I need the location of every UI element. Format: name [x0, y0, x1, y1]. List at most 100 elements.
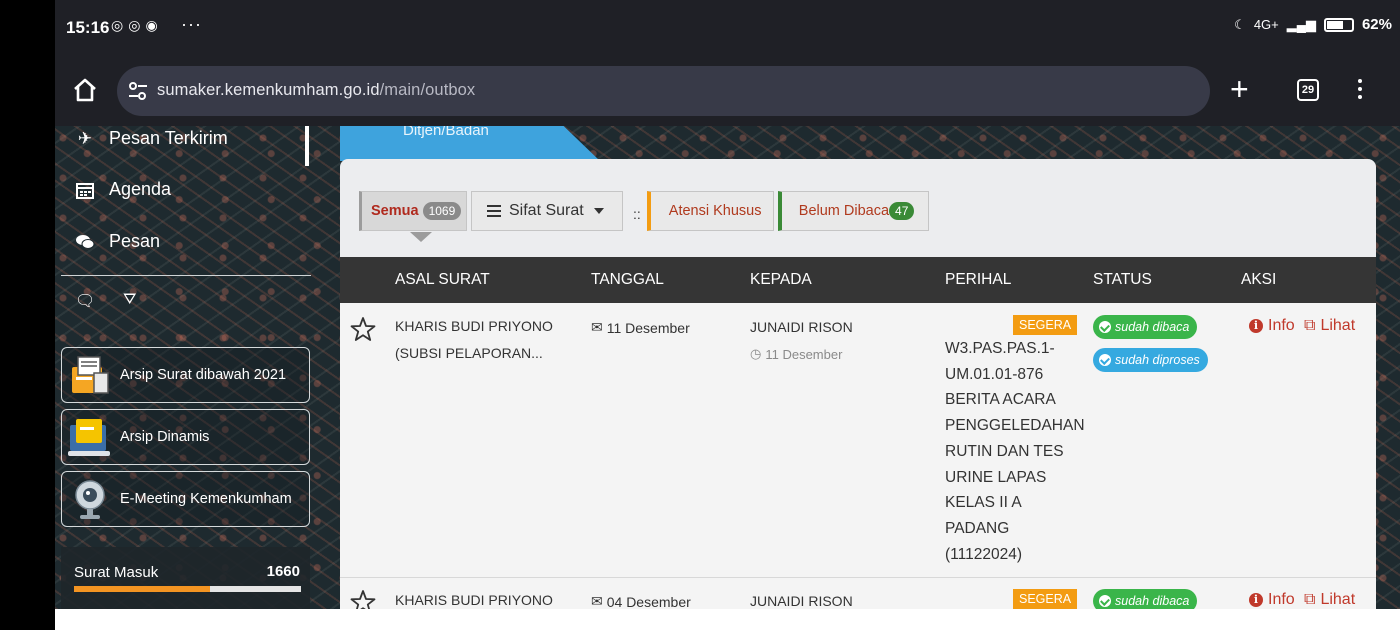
card-e-meeting[interactable]: E-Meeting Kemenkumham	[61, 471, 310, 527]
sidebar-item-agenda[interactable]: Agenda	[75, 179, 171, 200]
surat-masuk-progress-fill	[74, 586, 211, 592]
card-label: E-Meeting Kemenkumham	[120, 491, 292, 507]
send-icon: ✈	[77, 128, 93, 148]
site-settings-icon[interactable]	[127, 80, 149, 102]
sidebar-divider	[61, 275, 311, 276]
sidebar-scrollbar[interactable]	[305, 126, 309, 166]
filter-atensi-khusus-button[interactable]: Atensi Khusus	[646, 191, 774, 231]
column-header: ASAL SURAT	[395, 271, 490, 288]
asal-surat: KHARIS BUDI PRIYONO (SUBSI PELAPORAN...	[395, 313, 553, 367]
table-row[interactable]: KHARIS BUDI PRIYONO ✉ 04 Desember JUNAID…	[340, 578, 1376, 609]
tanggal-text: 11 Desember	[606, 319, 690, 336]
info-link[interactable]: i Info	[1249, 317, 1295, 335]
column-header: AKSI	[1241, 271, 1277, 288]
column-header: TANGGAL	[591, 271, 664, 288]
url-domain: sumaker.kemenkumham.go.id	[157, 81, 380, 99]
filter-semua-button[interactable]: Semua 1069	[359, 191, 467, 242]
home-icon[interactable]	[71, 76, 99, 104]
tanggal: ✉ 04 Desember	[591, 593, 691, 609]
info-icon: i	[1249, 319, 1263, 333]
system-icons: ☾ 4G+ ▂▄▆ 62%	[1234, 16, 1392, 33]
segera-badge: SEGERA	[1013, 315, 1078, 335]
card-arsip-dinamis[interactable]: Arsip Dinamis	[61, 409, 310, 465]
kepada-read-time: ◷ 11 Desember	[750, 346, 842, 362]
asal-unit: (SUBSI PELAPORAN...	[395, 345, 543, 361]
tab-ditjen-badan[interactable]: Ditjen/Badan	[340, 126, 600, 161]
card-arsip-surat[interactable]: Arsip Surat dibawah 2021	[61, 347, 310, 403]
count-badge: 47	[889, 202, 915, 220]
whatsapp-icon: ◎	[111, 17, 124, 33]
envelope-icon: ✉	[591, 319, 603, 335]
column-header: PERIHAL	[945, 271, 1012, 288]
asal-surat: KHARIS BUDI PRIYONO	[395, 587, 553, 609]
filter-label: Belum Dibaca	[798, 203, 890, 219]
star-icon[interactable]	[350, 316, 376, 342]
filter-label: Atensi Khusus	[668, 203, 762, 219]
filter-bar: Semua 1069 Sifat Surat :: Atensi Khusus …	[359, 191, 929, 242]
url-text[interactable]: sumaker.kemenkumham.go.id/main/outbox	[157, 81, 475, 100]
bottom-edge	[55, 609, 1400, 630]
chat-icon	[76, 234, 95, 249]
info-label: Info	[1268, 591, 1295, 608]
android-status-bar: 15:16 ◎ ◎ ◉ ··· ☾ 4G+ ▂▄▆ 62%	[55, 0, 1400, 56]
sidebar-item-label: Pesan	[109, 231, 161, 251]
segera-badge: SEGERA	[1013, 589, 1078, 609]
column-header: KEPADA	[750, 271, 812, 288]
asal-name: KHARIS BUDI PRIYONO	[395, 592, 553, 608]
sidebar-item-label: Agenda	[109, 179, 172, 199]
column-header: STATUS	[1093, 271, 1152, 288]
tab-switcher-button[interactable]: 29	[1297, 79, 1319, 101]
status-badge-dibaca: sudah dibaca	[1093, 589, 1198, 609]
lihat-link[interactable]: ⧉ Lihat	[1304, 591, 1355, 609]
lihat-link[interactable]: ⧉ Lihat	[1304, 317, 1355, 335]
filter-label: Semua	[371, 203, 419, 219]
kepada: JUNAIDI RISON	[750, 593, 853, 609]
bars-icon	[487, 202, 501, 220]
clock: 15:16	[66, 18, 110, 37]
sidebar: ✈ Pesan Terkirim Agenda Pesan 🗨 ⛛ Arsip …	[55, 126, 325, 609]
sifat-surat-dropdown[interactable]: Sifat Surat	[471, 191, 623, 231]
sidebar-item-pesan[interactable]: Pesan	[75, 231, 160, 252]
status-badge-diproses: sudah diproses	[1093, 348, 1208, 372]
outbox-panel: Semua 1069 Sifat Surat :: Atensi Khusus …	[340, 159, 1376, 609]
star-icon[interactable]	[350, 589, 376, 609]
check-circle-icon	[1099, 595, 1111, 607]
lihat-label: Lihat	[1320, 317, 1356, 334]
tab-label: Ditjen/Badan	[403, 126, 489, 139]
dropdown-label: Sifat Surat	[509, 202, 584, 219]
laptop-folder-icon	[68, 419, 110, 456]
check-circle-icon	[1099, 354, 1111, 366]
filter-belum-dibaca-button[interactable]: Belum Dibaca 47	[777, 191, 929, 231]
table-header: ASAL SURAT TANGGAL KEPADA PERIHAL STATUS…	[340, 257, 1376, 303]
filter-separator: ::	[633, 206, 641, 222]
comments-icon[interactable]: 🗨	[75, 291, 95, 311]
info-link[interactable]: i Info	[1249, 591, 1295, 609]
new-tab-plus-icon[interactable]: +	[1230, 73, 1249, 105]
sidebar-item-pesan-terkirim[interactable]: ✈ Pesan Terkirim	[75, 128, 228, 149]
sidebar-item-label: Pesan Terkirim	[109, 128, 228, 148]
archive-folder-icon	[72, 356, 109, 394]
browser-menu-icon[interactable]	[1358, 79, 1364, 103]
lihat-label: Lihat	[1320, 591, 1356, 608]
url-path: /main/outbox	[379, 81, 476, 99]
signal-icon: ▂▄▆	[1286, 16, 1316, 32]
caret-down-icon	[593, 208, 604, 214]
whatsapp-icon: ◎	[128, 17, 141, 33]
table-row[interactable]: KHARIS BUDI PRIYONO (SUBSI PELAPORAN... …	[340, 303, 1376, 578]
web-page: ✈ Pesan Terkirim Agenda Pesan 🗨 ⛛ Arsip …	[55, 126, 1400, 609]
kepada: JUNAIDI RISON	[750, 319, 853, 335]
read-time-text: 11 Desember	[765, 346, 843, 362]
envelope-icon: ✉	[591, 593, 603, 609]
check-circle-icon	[1099, 321, 1111, 333]
discord-icon: ◉	[145, 17, 158, 33]
external-link-icon: ⧉	[1304, 317, 1316, 334]
battery-icon	[1323, 17, 1354, 32]
address-bar[interactable]: sumaker.kemenkumham.go.id/main/outbox	[117, 66, 1210, 116]
more-notifications-icon: ···	[181, 14, 202, 34]
battery-percent: 62%	[1361, 16, 1392, 33]
surat-masuk-widget[interactable]: Surat Masuk 1660	[61, 547, 310, 609]
tanggal: ✉ 11 Desember	[591, 319, 690, 336]
card-label: Arsip Surat dibawah 2021	[120, 367, 287, 383]
surat-masuk-progress	[74, 586, 301, 592]
road-icon[interactable]: ⛛	[123, 291, 136, 309]
